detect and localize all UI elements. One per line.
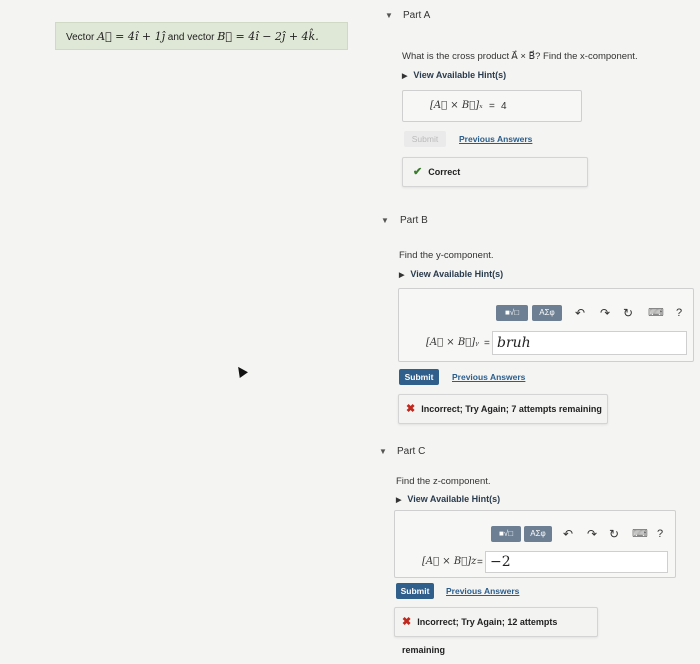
reset-icon[interactable]: ↻	[623, 305, 633, 321]
part-b-equals: =	[484, 338, 490, 349]
part-b-previous-answers-link[interactable]: Previous Answers	[452, 372, 525, 382]
undo-icon[interactable]: ↶	[563, 526, 573, 542]
part-b-feedback: ✖ Incorrect; Try Again; 7 attempts remain…	[398, 394, 608, 424]
part-c-title: Part C	[397, 446, 426, 457]
part-c-answer-input[interactable]: −2	[485, 551, 668, 573]
checkmark-icon: ✔	[413, 166, 423, 178]
keyboard-icon[interactable]: ⌨	[632, 526, 648, 542]
vector-a: A⃗ = 4î + 1ĵ	[97, 30, 166, 43]
help-icon[interactable]: ?	[676, 305, 682, 321]
part-c-math-toolbar: ■√□ ΑΣφ ↶ ↷ ↻ ⌨ ?	[491, 526, 671, 542]
part-c-hint-toggle[interactable]: ▶ View Available Hint(s)	[396, 494, 500, 504]
redo-icon[interactable]: ↷	[587, 526, 597, 542]
mouse-cursor-icon	[234, 364, 248, 378]
part-c-submit-button[interactable]: Submit	[396, 583, 434, 599]
symbols-button[interactable]: ΑΣφ	[524, 526, 552, 542]
part-a-feedback: ✔ Correct	[402, 157, 588, 187]
part-a-equals: =	[489, 101, 495, 112]
help-icon[interactable]: ?	[657, 526, 663, 542]
part-a-question: What is the cross product A⃗ × B⃗? Find …	[402, 51, 638, 62]
part-b-expression: [A⃗ × B⃗]ᵧ	[426, 337, 479, 348]
part-b-answer-input[interactable]: bruh	[492, 331, 687, 355]
problem-statement: Vector A⃗ = 4î + 1ĵ and vector B⃗ = 4î −…	[55, 22, 348, 50]
part-a-previous-answers-link[interactable]: Previous Answers	[459, 134, 532, 144]
part-a-expression: [A⃗ × B⃗]ₓ	[430, 100, 483, 111]
part-a-answer-box: [A⃗ × B⃗]ₓ = 4	[402, 90, 582, 122]
part-c-feedback: ✖ Incorrect; Try Again; 12 attempts remai…	[394, 607, 598, 655]
problem-mid: and vector	[165, 32, 218, 43]
part-b-answer-box: ■√□ ΑΣφ ↶ ↷ ↻ ⌨ ? [A⃗ × B⃗]ᵧ = bruh	[398, 288, 694, 362]
expand-triangle-icon: ▶	[402, 73, 408, 80]
part-a-hint-toggle[interactable]: ▶ View Available Hint(s)	[402, 70, 506, 80]
redo-icon[interactable]: ↷	[600, 305, 610, 321]
part-a-title: Part A	[403, 10, 431, 21]
part-c-equals: =	[477, 557, 483, 568]
part-b-question: Find the y-component.	[399, 250, 494, 261]
vector-b: B⃗ = 4î − 2ĵ + 4k̂.	[217, 30, 319, 43]
undo-icon[interactable]: ↶	[575, 305, 585, 321]
part-a-submit-button[interactable]: Submit	[404, 131, 446, 147]
part-b-hint-toggle[interactable]: ▶ View Available Hint(s)	[399, 269, 503, 279]
problem-prefix: Vector	[66, 32, 98, 43]
part-c-previous-answers-link[interactable]: Previous Answers	[446, 586, 519, 596]
expand-triangle-icon: ▶	[399, 272, 405, 279]
expand-triangle-icon: ▶	[396, 497, 402, 504]
keyboard-icon[interactable]: ⌨	[648, 305, 664, 321]
part-c-collapse-icon[interactable]: ▼	[379, 447, 387, 456]
part-a-answer-value: 4	[501, 101, 507, 112]
templates-button[interactable]: ■√□	[496, 305, 528, 321]
symbols-button[interactable]: ΑΣφ	[532, 305, 562, 321]
cross-icon: ✖	[406, 403, 416, 415]
part-c-expression: [A⃗ × B⃗]z	[422, 556, 477, 567]
part-a-collapse-icon[interactable]: ▼	[385, 11, 393, 20]
reset-icon[interactable]: ↻	[609, 526, 619, 542]
part-b-collapse-icon[interactable]: ▼	[381, 216, 389, 225]
part-b-submit-button[interactable]: Submit	[399, 369, 439, 385]
part-c-question: Find the z-component.	[396, 476, 491, 487]
part-b-math-toolbar: ■√□ ΑΣφ ↶ ↷ ↻ ⌨ ?	[496, 305, 691, 321]
part-c-answer-box: ■√□ ΑΣφ ↶ ↷ ↻ ⌨ ? [A⃗ × B⃗]z = −2	[394, 510, 676, 578]
part-b-title: Part B	[400, 215, 428, 226]
templates-button[interactable]: ■√□	[491, 526, 521, 542]
cross-icon: ✖	[402, 616, 412, 628]
